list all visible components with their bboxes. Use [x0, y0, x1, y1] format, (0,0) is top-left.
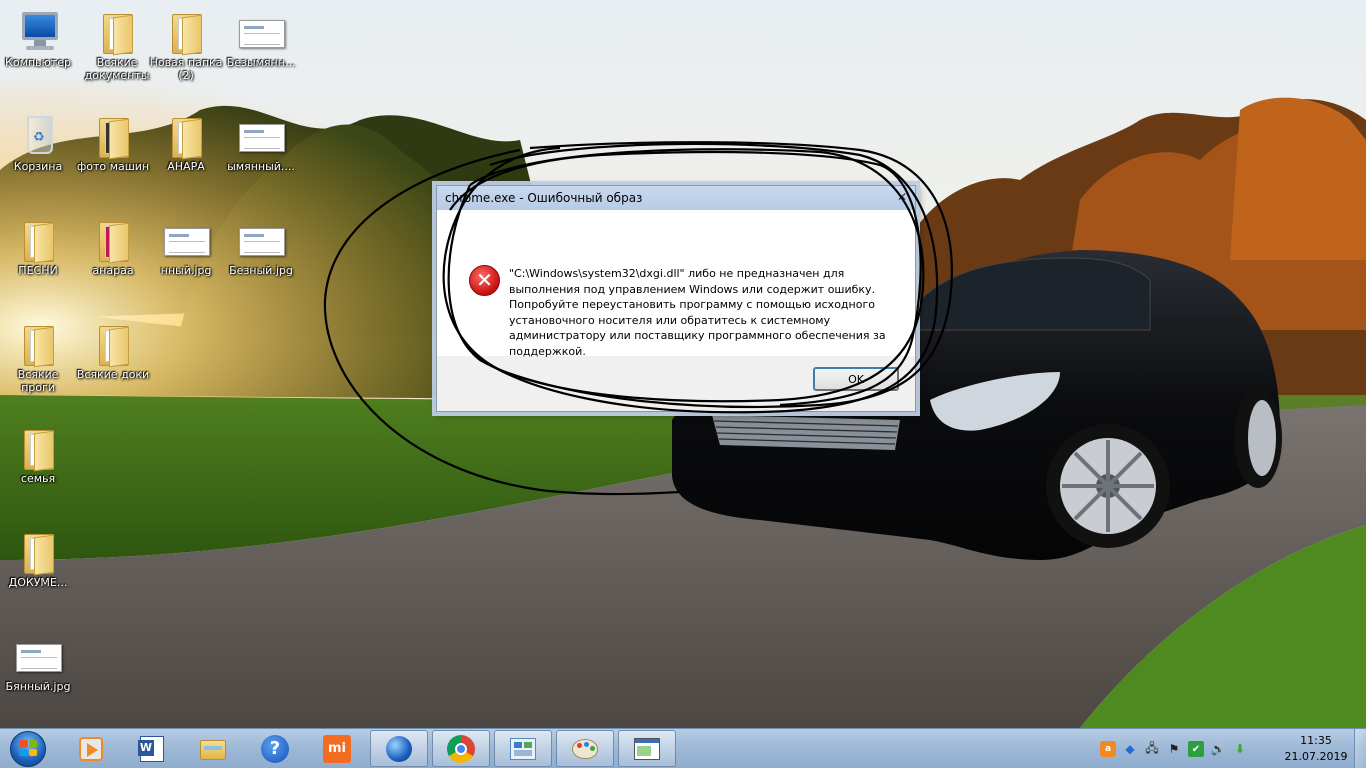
network-icon[interactable]: 🖧 [1144, 741, 1160, 757]
image-file-icon [237, 110, 285, 158]
windows-logo-icon [19, 740, 37, 756]
desktop-icon-folder[interactable]: семья [0, 422, 76, 485]
folder-icon [89, 110, 137, 160]
dialog-titlebar[interactable]: chrome.exe - Ошибочный образ ✕ [437, 186, 915, 210]
explorer-icon [198, 734, 228, 764]
error-dialog: chrome.exe - Ошибочный образ ✕ ✕ "C:\Win… [436, 185, 916, 412]
desktop-icon-image[interactable]: ымянный.... [223, 110, 299, 173]
desktop-icon-folder[interactable]: Новая папка (2) [148, 6, 224, 82]
desktop-icon-recycle-bin[interactable]: ♻ Корзина [0, 110, 76, 173]
error-icon: ✕ [469, 265, 500, 296]
desktop-icon-computer[interactable]: Компьютер [0, 6, 76, 69]
desktop-icon-folder[interactable]: АНАРА [148, 110, 224, 173]
desktop-icon-label: АНАРА [167, 160, 205, 173]
desktop-icon-label: Компьютер [5, 56, 71, 69]
desktop-icon-label: фото машин [76, 160, 150, 173]
folder-icon [89, 318, 137, 368]
volume-icon[interactable]: 🔊 [1210, 741, 1226, 757]
desktop-icon-label: ПЕСНИ [18, 264, 58, 277]
taskbar-paint[interactable] [556, 730, 614, 767]
desktop-icon-label: Всякие доки [76, 368, 150, 381]
computer-icon [14, 6, 62, 54]
taskbar-help[interactable]: ? [246, 730, 304, 767]
window-app-icon [632, 734, 662, 764]
dialog-title: chrome.exe - Ошибочный образ [445, 191, 643, 205]
dialog-footer: OK [437, 356, 915, 411]
folder-icon [162, 110, 210, 160]
folder-icon [89, 214, 137, 264]
taskbar-window-app[interactable] [618, 730, 676, 767]
taskbar-chrome[interactable] [432, 730, 490, 767]
desktop-icon-label: ымянный.... [227, 160, 295, 173]
image-file-icon [237, 214, 285, 262]
desktop-icon-folder[interactable]: Всякие доки [75, 318, 151, 381]
desktop-icon-label: Новая папка (2) [149, 56, 223, 82]
desktop-icon-folder[interactable]: Всякие документы [79, 6, 155, 82]
desktop-icon-label: семья [20, 472, 56, 485]
word-icon: W [136, 734, 166, 764]
mi-icon: mi [322, 734, 352, 764]
desktop-icon-label: анараа [92, 264, 134, 277]
image-file-icon [162, 214, 210, 262]
action-center-flag-icon[interactable]: ⚑ [1166, 741, 1182, 757]
desktop-icon-folder[interactable]: ДОКУМЕ... [0, 526, 76, 589]
folder-icon [162, 6, 210, 56]
folder-icon [14, 422, 62, 472]
desktop-icon-folder[interactable]: анараа [75, 214, 151, 277]
desktop-icon-image[interactable]: нный.jpg [148, 214, 224, 277]
desktop-icon-image[interactable]: Безный.jpg [223, 214, 299, 277]
taskbar-media-player[interactable] [62, 730, 120, 767]
tray-app-icon[interactable]: a [1100, 741, 1116, 757]
control-panel-icon [508, 734, 538, 764]
desktop-icon-label: ДОКУМЕ... [8, 576, 68, 589]
folder-icon [14, 214, 62, 264]
download-arrow-icon[interactable]: ⬇ [1232, 741, 1248, 757]
taskbar-mi[interactable]: mi [308, 730, 366, 767]
paint-icon [570, 734, 600, 764]
tray-diamond-icon[interactable]: ◆ [1122, 741, 1138, 757]
help-icon: ? [260, 734, 290, 764]
taskbar-browser[interactable] [370, 730, 428, 767]
dialog-body: ✕ "C:\Windows\system32\dxgi.dll" либо не… [437, 210, 915, 358]
media-player-icon [76, 734, 106, 764]
clock-date: 21.07.2019 [1284, 750, 1348, 763]
taskbar-clock[interactable]: 11:35 21.07.2019 [1282, 733, 1350, 765]
start-button[interactable] [4, 729, 52, 768]
taskbar-explorer[interactable] [184, 730, 242, 767]
tray-check-icon[interactable]: ✔ [1188, 741, 1204, 757]
image-file-icon [14, 630, 62, 678]
taskbar-control-panel[interactable] [494, 730, 552, 767]
system-tray: a ◆ 🖧 ⚑ ✔ 🔊 ⬇ [1100, 729, 1248, 768]
desktop-icon-label: Безный.jpg [229, 264, 293, 277]
desktop-icon-folder[interactable]: фото машин [75, 110, 151, 173]
desktop-icon-image[interactable]: Бянный.jpg [0, 630, 76, 693]
desktop-icon-label: нный.jpg [160, 264, 212, 277]
clock-time: 11:35 [1300, 734, 1332, 747]
ok-button[interactable]: OK [813, 367, 899, 391]
close-icon[interactable]: ✕ [893, 189, 911, 206]
taskbar: W ? mi a ◆ 🖧 ⚑ ✔ 🔊 ⬇ 11:35 21.07.2019 [0, 728, 1366, 768]
desktop-icon-folder[interactable]: Всякие проги [0, 318, 76, 394]
desktop-icon-label: Бянный.jpg [5, 680, 71, 693]
image-file-icon [237, 6, 285, 54]
browser-globe-icon [384, 734, 414, 764]
folder-icon [14, 526, 62, 576]
folder-icon [14, 318, 62, 368]
desktop-icon-image[interactable]: Безымянн... [223, 6, 299, 69]
show-desktop-button[interactable] [1354, 729, 1366, 768]
desktop-icon-label: Безымянн... [226, 56, 296, 69]
error-message: "C:\Windows\system32\dxgi.dll" либо не п… [509, 267, 886, 358]
folder-icon [93, 6, 141, 56]
desktop-icon-label: Корзина [13, 160, 63, 173]
recycle-bin-icon: ♻ [14, 110, 62, 158]
desktop-icon-label: Всякие документы [84, 56, 150, 82]
chrome-icon [446, 734, 476, 764]
taskbar-word[interactable]: W [122, 730, 180, 767]
desktop-icon-label: Всякие проги [17, 368, 59, 394]
desktop-icon-folder[interactable]: ПЕСНИ [0, 214, 76, 277]
